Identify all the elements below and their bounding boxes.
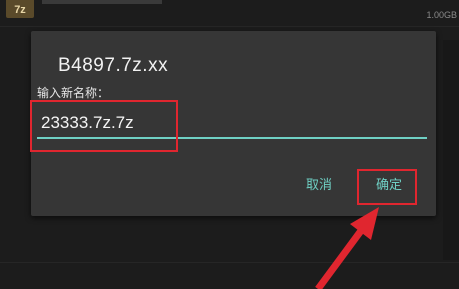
new-name-input[interactable] xyxy=(37,109,427,139)
background-file-title xyxy=(42,0,162,4)
archive-app-icon-label: 7z xyxy=(14,4,26,16)
archive-app-icon: 7z xyxy=(6,0,34,18)
file-manager-screen: 7z 1.00GB B4897.7z.xx 输入新名称： 取消 确定 xyxy=(0,0,459,289)
background-divider xyxy=(0,262,459,263)
cancel-button[interactable]: 取消 xyxy=(306,177,332,193)
new-name-label: 输入新名称： xyxy=(37,86,110,100)
background-file-size: 1.00GB xyxy=(426,10,457,20)
background-list-edge xyxy=(443,40,459,260)
dialog-title: B4897.7z.xx xyxy=(58,55,169,76)
rename-dialog: B4897.7z.xx 输入新名称： 取消 确定 xyxy=(31,31,436,216)
confirm-button[interactable]: 确定 xyxy=(376,177,402,193)
background-divider xyxy=(0,26,459,27)
